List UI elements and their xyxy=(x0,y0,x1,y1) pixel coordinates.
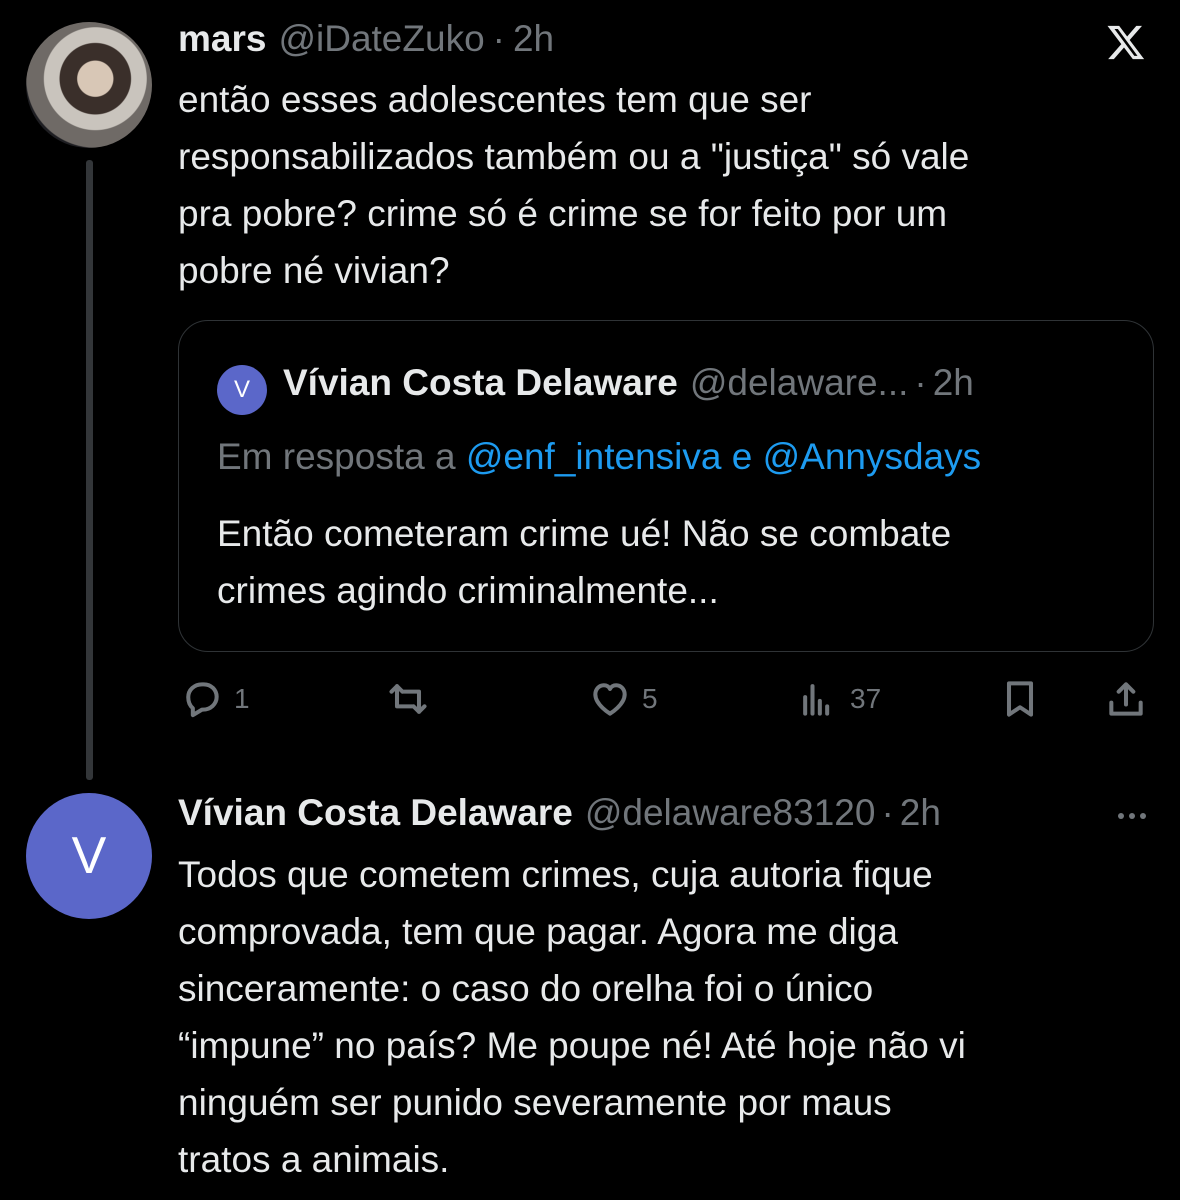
more-icon-dot xyxy=(1129,813,1135,819)
avatar-mars[interactable] xyxy=(26,22,152,148)
tweet2-separator: · xyxy=(881,792,894,833)
more-icon-dot xyxy=(1140,813,1146,819)
views-count: 37 xyxy=(850,683,882,714)
tweet2-time[interactable]: 2h xyxy=(900,792,941,834)
tweet1-handle[interactable]: @iDateZuko xyxy=(278,18,484,60)
reply-count: 1 xyxy=(234,683,250,714)
views-button[interactable]: 37 xyxy=(796,676,881,722)
tweet2-header: Vívian Costa Delaware @delaware83120 · 2… xyxy=(178,792,941,834)
like-icon xyxy=(593,683,627,716)
views-icon xyxy=(803,684,830,716)
tweet1-header: mars @iDateZuko · 2h xyxy=(178,18,554,60)
reply-button[interactable]: 1 xyxy=(180,676,250,722)
tweet1-time[interactable]: 2h xyxy=(513,18,554,60)
like-button[interactable]: 5 xyxy=(588,676,658,722)
reply-targets-link[interactable]: @enf_intensiva e @Annysdays xyxy=(466,436,981,477)
tweet2-author-name[interactable]: Vívian Costa Delaware xyxy=(178,792,573,834)
share-button[interactable] xyxy=(1104,676,1148,722)
reply-context: Em resposta a @enf_intensiva e @Annysday… xyxy=(217,436,981,478)
thread-line xyxy=(86,160,93,780)
more-options-button[interactable] xyxy=(1112,796,1152,836)
reply-icon xyxy=(186,682,219,718)
tweet2-handle[interactable]: @delaware83120 xyxy=(585,792,876,834)
share-icon xyxy=(1109,682,1143,716)
tweet1-separator: · xyxy=(492,18,505,59)
quoted-author-name: Vívian Costa Delaware xyxy=(283,362,678,403)
bookmark-button[interactable] xyxy=(998,676,1042,722)
quoted-header: Vívian Costa Delaware @delaware... · 2h xyxy=(283,362,974,404)
quoted-avatar: V xyxy=(217,365,267,415)
reply-prefix: Em resposta a xyxy=(217,436,456,477)
avatar-vivian[interactable]: V xyxy=(26,793,152,919)
quoted-separator: · xyxy=(914,362,927,403)
retweet-button[interactable] xyxy=(386,676,430,722)
like-count: 5 xyxy=(642,683,658,714)
more-icon xyxy=(1118,813,1124,819)
tweet2-text: Todos que cometem crimes, cuja autoria f… xyxy=(178,854,966,1180)
quoted-text: Então cometeram crime ué! Não se combate… xyxy=(217,513,952,611)
x-logo-icon xyxy=(1107,25,1145,60)
tweet1-author-name[interactable]: mars xyxy=(178,18,266,60)
retweet-icon xyxy=(389,684,427,714)
bookmark-icon xyxy=(1006,681,1034,717)
tweet1-text: então esses adolescentes tem que ser res… xyxy=(178,79,970,291)
quoted-handle: @delaware... xyxy=(689,362,909,403)
quoted-time: 2h xyxy=(932,362,974,403)
